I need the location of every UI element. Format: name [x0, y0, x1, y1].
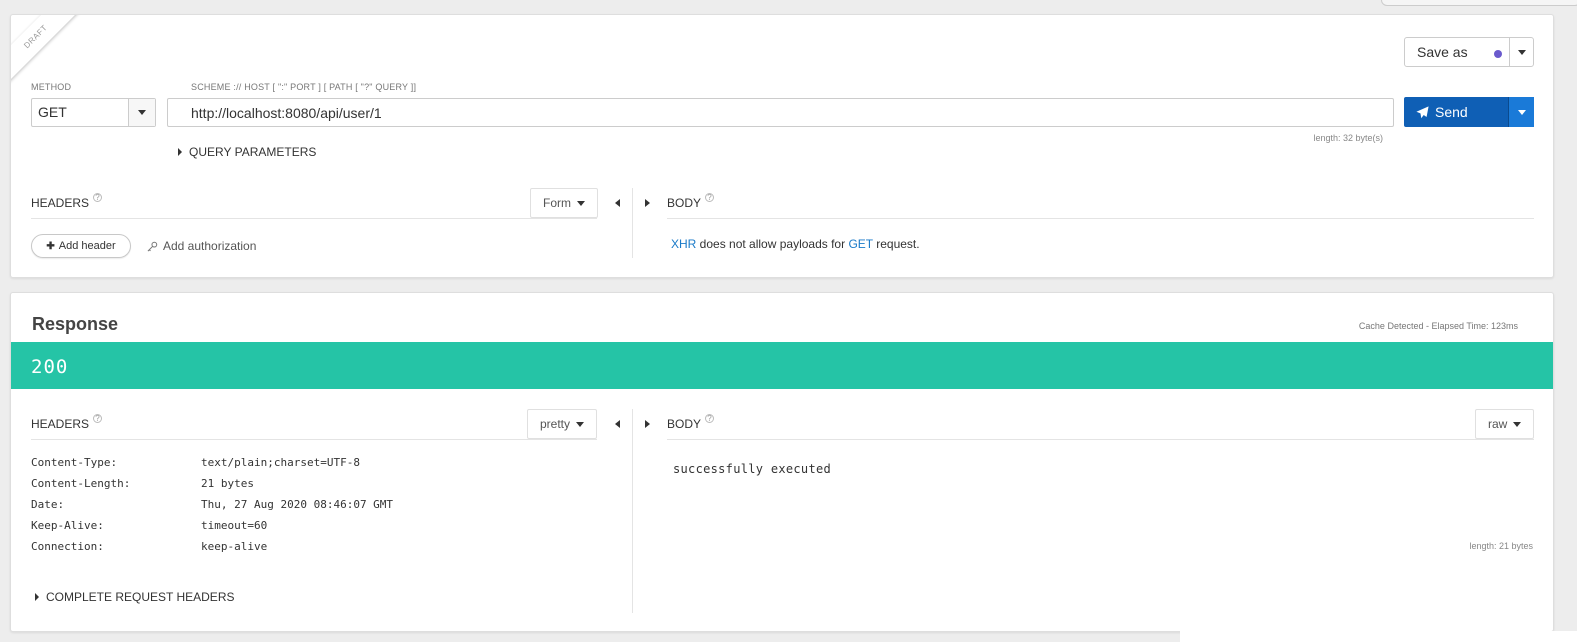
body-not-allowed-message: XHR does not allow payloads for GET requ…	[671, 237, 920, 251]
request-body-label: BODY	[667, 196, 702, 210]
method-label: METHOD	[31, 82, 72, 92]
header-row: Content-Type: text/plain;charset=UTF-8	[31, 456, 393, 477]
send-main[interactable]: Send	[1404, 97, 1508, 127]
method-select[interactable]: GET	[31, 98, 156, 127]
body-msg-end: request.	[872, 237, 920, 251]
caret-right-icon	[644, 420, 650, 428]
method-dropdown-toggle[interactable]	[128, 99, 155, 126]
send-dropdown-toggle[interactable]	[1508, 97, 1534, 127]
header-row: Connection: keep-alive	[31, 540, 393, 561]
divider	[667, 218, 1534, 219]
request-body-title: BODY ?	[667, 193, 715, 210]
status-code: 200	[31, 356, 69, 378]
collapse-left-button[interactable]	[611, 418, 623, 430]
request-headers-label: HEADERS	[31, 196, 90, 210]
response-headers-mode-label: pretty	[540, 417, 571, 431]
query-parameters-label: QUERY PARAMETERS	[189, 145, 317, 159]
paper-plane-icon	[1416, 105, 1429, 118]
divider	[667, 439, 1534, 440]
caret-right-icon	[178, 148, 182, 156]
url-length: length: 32 byte(s)	[1313, 133, 1383, 143]
save-as-dropdown-toggle[interactable]	[1509, 38, 1533, 66]
request-panel: DRAFT METHOD SCHEME :// HOST [ ":" PORT …	[10, 14, 1554, 278]
header-value: timeout=60	[201, 519, 268, 532]
response-headers-label: HEADERS	[31, 417, 90, 431]
header-row: Content-Length: 21 bytes	[31, 477, 393, 498]
body-mode-label: raw	[1488, 417, 1508, 431]
caret-left-icon	[614, 199, 620, 207]
add-header-button[interactable]: ✚ Add header	[31, 234, 131, 258]
help-icon[interactable]: ?	[93, 193, 103, 202]
help-icon[interactable]: ?	[705, 193, 715, 202]
method-value: GET	[38, 104, 67, 120]
panel-divider	[632, 409, 633, 613]
response-body-length: length: 21 bytes	[1469, 541, 1533, 551]
request-headers-title: HEADERS ?	[31, 193, 103, 210]
send-button[interactable]: Send	[1404, 97, 1534, 127]
panel-divider	[632, 188, 633, 258]
body-msg-text: does not allow payloads for	[696, 237, 849, 251]
key-icon	[147, 241, 158, 251]
save-as-label: Save as	[1417, 44, 1468, 60]
header-value: 21 bytes	[201, 477, 254, 490]
response-headers-mode-dropdown[interactable]: pretty	[527, 409, 598, 439]
response-title: Response	[32, 314, 119, 334]
header-key: Content-Length:	[31, 477, 131, 490]
header-key: Keep-Alive:	[31, 519, 104, 532]
response-body-label: BODY	[667, 417, 702, 431]
header-key: Content-Type:	[31, 456, 118, 469]
divider	[31, 439, 597, 440]
chevron-down-icon	[576, 421, 585, 427]
complete-request-headers-label: COMPLETE REQUEST HEADERS	[46, 590, 235, 604]
response-headers-title: HEADERS ?	[31, 414, 103, 431]
collapse-right-button[interactable]	[641, 197, 653, 209]
plus-icon: ✚	[46, 240, 55, 252]
unsaved-dot-icon	[1494, 50, 1502, 58]
help-icon[interactable]: ?	[93, 414, 103, 423]
add-authorization-label: Add authorization	[163, 239, 257, 253]
divider	[31, 218, 597, 219]
collapse-right-button[interactable]	[641, 418, 653, 430]
chevron-down-icon	[1517, 109, 1526, 115]
window-corner-edge	[1381, 0, 1577, 6]
header-value: keep-alive	[201, 540, 268, 553]
body-mode-dropdown[interactable]: raw	[1475, 409, 1535, 439]
save-as-button[interactable]: Save as	[1404, 37, 1534, 67]
query-parameters-toggle[interactable]: QUERY PARAMETERS	[178, 145, 316, 159]
header-value: Thu, 27 Aug 2020 08:46:07 GMT	[201, 498, 394, 511]
save-as-main[interactable]: Save as	[1405, 38, 1509, 66]
response-panel: Response Cache Detected - Elapsed Time: …	[10, 292, 1554, 632]
response-body-title: BODY ?	[667, 414, 715, 431]
response-body-text: successfully executed	[673, 462, 832, 476]
chevron-down-icon	[1517, 49, 1526, 55]
header-key: Date:	[31, 498, 65, 511]
header-key: Connection:	[31, 540, 104, 553]
chevron-down-icon	[138, 110, 146, 115]
elapsed-time: Cache Detected - Elapsed Time: 123ms	[1358, 321, 1518, 331]
collapse-left-button[interactable]	[611, 197, 623, 209]
add-authorization-link[interactable]: Add authorization	[147, 239, 256, 253]
status-bar: 200	[11, 342, 1553, 389]
draft-ribbon: DRAFT	[11, 15, 84, 85]
header-row: Date: Thu, 27 Aug 2020 08:46:07 GMT	[31, 498, 393, 519]
help-icon[interactable]: ?	[705, 414, 715, 423]
chevron-down-icon	[1513, 421, 1522, 427]
headers-mode-label: Form	[543, 196, 571, 210]
caret-right-icon	[644, 199, 650, 207]
url-label: SCHEME :// HOST [ ":" PORT ] [ PATH [ "?…	[191, 82, 417, 92]
header-value: text/plain;charset=UTF-8	[201, 456, 360, 469]
complete-request-headers-toggle[interactable]: COMPLETE REQUEST HEADERS	[35, 590, 234, 604]
header-row: Keep-Alive: timeout=60	[31, 519, 393, 540]
caret-right-icon	[35, 593, 39, 601]
next-card-edge	[1180, 631, 1577, 642]
caret-left-icon	[614, 420, 620, 428]
response-headers-table: Content-Type: text/plain;charset=UTF-8 C…	[31, 456, 393, 561]
headers-mode-dropdown[interactable]: Form	[530, 188, 598, 218]
xhr-link[interactable]: XHR	[671, 237, 696, 251]
chevron-down-icon	[577, 200, 585, 206]
url-input[interactable]	[167, 98, 1394, 127]
add-header-label: Add header	[58, 240, 116, 252]
send-label: Send	[1435, 104, 1468, 120]
get-link[interactable]: GET	[848, 237, 872, 251]
